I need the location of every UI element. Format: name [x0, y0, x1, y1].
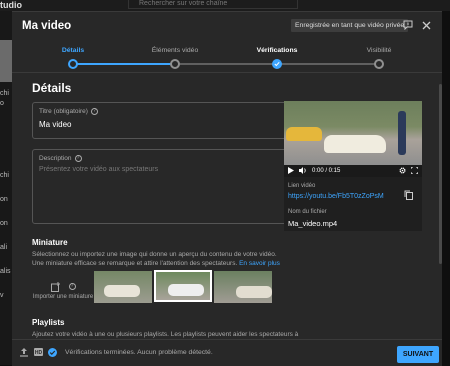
- step-details-dot[interactable]: [68, 59, 78, 69]
- upload-icon[interactable]: [20, 348, 28, 359]
- help-icon[interactable]: ?: [74, 155, 82, 162]
- sidebar-text: v: [0, 292, 4, 299]
- upload-stepper: Détails Éléments vidéo Vérifications Vis…: [12, 45, 442, 73]
- dialog-scrollbar[interactable]: [439, 74, 442, 340]
- sidebar-text: ali: [0, 244, 8, 251]
- sidebar-text: chi: [0, 90, 9, 97]
- details-heading: Détails: [32, 81, 72, 95]
- playlists-description: Ajoutez votre vidéo à une ou plusieurs p…: [32, 331, 299, 338]
- title-field-label: Titre (obligatoire) ?: [39, 108, 98, 115]
- feedback-icon[interactable]: [401, 18, 415, 32]
- video-preview-panel: 0:00 / 0:15 Lien vidéo https://youtu.be/…: [284, 101, 422, 231]
- upload-thumbnail-icons: ?: [50, 281, 76, 292]
- step-details-label[interactable]: Détails: [62, 47, 84, 54]
- thumbnail-option-selected[interactable]: [154, 270, 212, 302]
- video-player[interactable]: [284, 101, 422, 165]
- sidebar-text: o: [0, 100, 4, 107]
- upload-thumbnail-label: Importer une miniature: [32, 293, 94, 300]
- saved-status-chip: Enregistrée en tant que vidéo privée: [291, 19, 409, 32]
- sidebar-text: on: [0, 196, 8, 203]
- step-visibility-dot[interactable]: [374, 59, 384, 69]
- volume-icon[interactable]: [299, 166, 307, 176]
- learn-more-link[interactable]: En savoir plus: [239, 260, 280, 267]
- play-icon[interactable]: [288, 166, 294, 176]
- sidebar-text: on: [0, 220, 8, 227]
- dialog-scrollbar-thumb[interactable]: [439, 84, 442, 264]
- upload-dialog: Ma video Enregistrée en tant que vidéo p…: [12, 11, 442, 366]
- upload-thumbnail-button[interactable]: ? Importer une miniature: [32, 271, 94, 311]
- channel-avatar-partial: [0, 40, 12, 82]
- video-frame-car: [286, 127, 322, 141]
- help-icon[interactable]: ?: [90, 108, 98, 115]
- step-video-elements-dot[interactable]: [170, 59, 180, 69]
- hd-icon: HD: [34, 348, 43, 358]
- video-time: 0:00 / 0:15: [312, 168, 341, 174]
- video-link-label: Lien vidéo: [288, 183, 316, 189]
- studio-logo: tudio: [0, 0, 22, 10]
- file-name: Ma_video.mp4: [288, 219, 338, 228]
- sidebar-text: alis: [0, 268, 11, 275]
- next-button[interactable]: SUIVANT: [397, 346, 439, 363]
- description-field-label: Description ?: [39, 155, 82, 162]
- dialog-footer: HD Vérifications terminées. Aucun problè…: [12, 339, 442, 366]
- settings-gear-icon[interactable]: [399, 167, 406, 176]
- miniature-description: Sélectionnez ou importez une image qui d…: [32, 250, 287, 268]
- close-icon[interactable]: [419, 18, 433, 32]
- sidebar-text: chi: [0, 172, 9, 179]
- hd-badge-text: HD: [35, 350, 43, 356]
- description-field[interactable]: Description ? Présentez votre vidéo aux …: [32, 149, 287, 224]
- help-icon[interactable]: ?: [68, 283, 76, 290]
- thumbnail-car: [236, 286, 272, 298]
- checks-done-icon: [48, 348, 57, 359]
- video-controls: 0:00 / 0:15: [284, 165, 422, 177]
- checks-status-text: Vérifications terminées. Aucun problème …: [65, 349, 213, 356]
- title-field[interactable]: Titre (obligatoire) ? Ma video: [32, 102, 287, 139]
- thumbnail-car: [168, 284, 204, 296]
- thumbnail-option[interactable]: [94, 271, 152, 303]
- playlists-heading: Playlists: [32, 318, 65, 327]
- dialog-title: Ma video: [22, 20, 72, 32]
- step-checks-dot[interactable]: [272, 59, 282, 69]
- thumbnail-option[interactable]: [214, 271, 272, 303]
- description-input[interactable]: Présentez votre vidéo aux spectateurs: [39, 166, 158, 173]
- step-checks-label[interactable]: Vérifications: [257, 47, 298, 54]
- thumbnail-car: [104, 285, 140, 297]
- video-link[interactable]: https://youtu.be/Fb5T0zZoPsM: [288, 193, 384, 200]
- step-connector: [73, 63, 175, 65]
- title-input[interactable]: Ma video: [39, 120, 71, 129]
- video-frame-car: [324, 135, 386, 153]
- file-name-label: Nom du fichier: [288, 209, 327, 215]
- channel-search-input[interactable]: Rechercher sur votre chaîne: [128, 0, 298, 9]
- description-field-label-text: Description: [39, 155, 72, 162]
- add-image-icon: [50, 281, 60, 292]
- step-visibility-label[interactable]: Visibilité: [367, 47, 392, 54]
- title-field-label-text: Titre (obligatoire): [39, 108, 88, 115]
- step-video-elements-label[interactable]: Éléments vidéo: [152, 47, 198, 54]
- video-frame-person: [398, 111, 406, 155]
- miniature-heading: Miniature: [32, 238, 68, 247]
- copy-icon[interactable]: [404, 187, 413, 205]
- fullscreen-icon[interactable]: [410, 166, 419, 176]
